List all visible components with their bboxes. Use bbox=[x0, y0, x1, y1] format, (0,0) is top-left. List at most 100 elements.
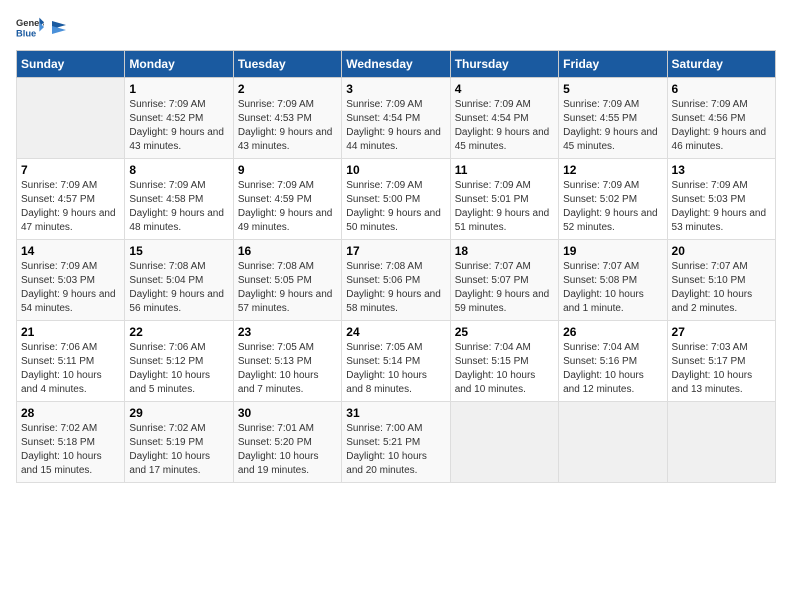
day-info: Sunrise: 7:09 AMSunset: 5:00 PMDaylight:… bbox=[346, 180, 441, 233]
day-number: 10 bbox=[346, 163, 445, 177]
day-number: 8 bbox=[129, 163, 228, 177]
day-number: 27 bbox=[672, 325, 771, 339]
day-number: 31 bbox=[346, 406, 445, 420]
calendar-cell: 7 Sunrise: 7:09 AMSunset: 4:57 PMDayligh… bbox=[17, 159, 125, 240]
day-number: 30 bbox=[238, 406, 337, 420]
weekday-header-saturday: Saturday bbox=[667, 51, 775, 78]
calendar-cell bbox=[559, 402, 667, 483]
day-number: 12 bbox=[563, 163, 662, 177]
calendar-cell: 20 Sunrise: 7:07 AMSunset: 5:10 PMDaylig… bbox=[667, 240, 775, 321]
logo-flag-icon bbox=[50, 19, 68, 35]
day-info: Sunrise: 7:08 AMSunset: 5:04 PMDaylight:… bbox=[129, 261, 224, 314]
weekday-header-monday: Monday bbox=[125, 51, 233, 78]
logo-icon: General Blue bbox=[16, 16, 44, 38]
logo: General Blue bbox=[16, 16, 68, 38]
calendar-cell: 27 Sunrise: 7:03 AMSunset: 5:17 PMDaylig… bbox=[667, 321, 775, 402]
calendar-cell bbox=[450, 402, 558, 483]
calendar-cell: 24 Sunrise: 7:05 AMSunset: 5:14 PMDaylig… bbox=[342, 321, 450, 402]
calendar-cell: 30 Sunrise: 7:01 AMSunset: 5:20 PMDaylig… bbox=[233, 402, 341, 483]
calendar-cell: 25 Sunrise: 7:04 AMSunset: 5:15 PMDaylig… bbox=[450, 321, 558, 402]
day-number: 25 bbox=[455, 325, 554, 339]
calendar-body: 1 Sunrise: 7:09 AMSunset: 4:52 PMDayligh… bbox=[17, 78, 776, 483]
day-number: 23 bbox=[238, 325, 337, 339]
calendar-cell: 14 Sunrise: 7:09 AMSunset: 5:03 PMDaylig… bbox=[17, 240, 125, 321]
header: General Blue bbox=[16, 16, 776, 38]
day-number: 5 bbox=[563, 82, 662, 96]
day-info: Sunrise: 7:09 AMSunset: 4:59 PMDaylight:… bbox=[238, 180, 333, 233]
day-info: Sunrise: 7:05 AMSunset: 5:13 PMDaylight:… bbox=[238, 342, 319, 395]
day-info: Sunrise: 7:08 AMSunset: 5:05 PMDaylight:… bbox=[238, 261, 333, 314]
day-info: Sunrise: 7:09 AMSunset: 4:53 PMDaylight:… bbox=[238, 99, 333, 152]
day-info: Sunrise: 7:07 AMSunset: 5:07 PMDaylight:… bbox=[455, 261, 550, 314]
day-number: 18 bbox=[455, 244, 554, 258]
day-number: 28 bbox=[21, 406, 120, 420]
day-info: Sunrise: 7:04 AMSunset: 5:15 PMDaylight:… bbox=[455, 342, 536, 395]
day-info: Sunrise: 7:01 AMSunset: 5:20 PMDaylight:… bbox=[238, 423, 319, 476]
svg-text:Blue: Blue bbox=[16, 28, 36, 38]
calendar-cell: 17 Sunrise: 7:08 AMSunset: 5:06 PMDaylig… bbox=[342, 240, 450, 321]
day-info: Sunrise: 7:09 AMSunset: 4:58 PMDaylight:… bbox=[129, 180, 224, 233]
day-info: Sunrise: 7:09 AMSunset: 5:03 PMDaylight:… bbox=[672, 180, 767, 233]
calendar-cell: 16 Sunrise: 7:08 AMSunset: 5:05 PMDaylig… bbox=[233, 240, 341, 321]
day-number: 2 bbox=[238, 82, 337, 96]
calendar-cell: 19 Sunrise: 7:07 AMSunset: 5:08 PMDaylig… bbox=[559, 240, 667, 321]
day-number: 14 bbox=[21, 244, 120, 258]
day-info: Sunrise: 7:02 AMSunset: 5:19 PMDaylight:… bbox=[129, 423, 210, 476]
calendar-week-3: 14 Sunrise: 7:09 AMSunset: 5:03 PMDaylig… bbox=[17, 240, 776, 321]
calendar-cell: 6 Sunrise: 7:09 AMSunset: 4:56 PMDayligh… bbox=[667, 78, 775, 159]
calendar-cell: 4 Sunrise: 7:09 AMSunset: 4:54 PMDayligh… bbox=[450, 78, 558, 159]
day-number: 29 bbox=[129, 406, 228, 420]
day-info: Sunrise: 7:09 AMSunset: 4:52 PMDaylight:… bbox=[129, 99, 224, 152]
day-number: 1 bbox=[129, 82, 228, 96]
calendar-week-1: 1 Sunrise: 7:09 AMSunset: 4:52 PMDayligh… bbox=[17, 78, 776, 159]
calendar-week-2: 7 Sunrise: 7:09 AMSunset: 4:57 PMDayligh… bbox=[17, 159, 776, 240]
calendar-cell: 18 Sunrise: 7:07 AMSunset: 5:07 PMDaylig… bbox=[450, 240, 558, 321]
day-number: 6 bbox=[672, 82, 771, 96]
calendar-cell: 26 Sunrise: 7:04 AMSunset: 5:16 PMDaylig… bbox=[559, 321, 667, 402]
day-number: 7 bbox=[21, 163, 120, 177]
day-info: Sunrise: 7:09 AMSunset: 4:56 PMDaylight:… bbox=[672, 99, 767, 152]
day-info: Sunrise: 7:09 AMSunset: 4:57 PMDaylight:… bbox=[21, 180, 116, 233]
calendar-cell: 1 Sunrise: 7:09 AMSunset: 4:52 PMDayligh… bbox=[125, 78, 233, 159]
calendar-cell: 11 Sunrise: 7:09 AMSunset: 5:01 PMDaylig… bbox=[450, 159, 558, 240]
day-number: 15 bbox=[129, 244, 228, 258]
day-info: Sunrise: 7:05 AMSunset: 5:14 PMDaylight:… bbox=[346, 342, 427, 395]
calendar-cell: 10 Sunrise: 7:09 AMSunset: 5:00 PMDaylig… bbox=[342, 159, 450, 240]
day-number: 17 bbox=[346, 244, 445, 258]
day-info: Sunrise: 7:03 AMSunset: 5:17 PMDaylight:… bbox=[672, 342, 753, 395]
calendar-cell: 13 Sunrise: 7:09 AMSunset: 5:03 PMDaylig… bbox=[667, 159, 775, 240]
day-info: Sunrise: 7:09 AMSunset: 5:03 PMDaylight:… bbox=[21, 261, 116, 314]
calendar-cell: 28 Sunrise: 7:02 AMSunset: 5:18 PMDaylig… bbox=[17, 402, 125, 483]
day-info: Sunrise: 7:09 AMSunset: 4:54 PMDaylight:… bbox=[455, 99, 550, 152]
calendar-week-4: 21 Sunrise: 7:06 AMSunset: 5:11 PMDaylig… bbox=[17, 321, 776, 402]
weekday-header-wednesday: Wednesday bbox=[342, 51, 450, 78]
calendar-table: SundayMondayTuesdayWednesdayThursdayFrid… bbox=[16, 50, 776, 483]
weekday-header-tuesday: Tuesday bbox=[233, 51, 341, 78]
calendar-cell: 3 Sunrise: 7:09 AMSunset: 4:54 PMDayligh… bbox=[342, 78, 450, 159]
calendar-cell: 2 Sunrise: 7:09 AMSunset: 4:53 PMDayligh… bbox=[233, 78, 341, 159]
day-number: 4 bbox=[455, 82, 554, 96]
day-info: Sunrise: 7:00 AMSunset: 5:21 PMDaylight:… bbox=[346, 423, 427, 476]
calendar-cell: 15 Sunrise: 7:08 AMSunset: 5:04 PMDaylig… bbox=[125, 240, 233, 321]
calendar-cell: 23 Sunrise: 7:05 AMSunset: 5:13 PMDaylig… bbox=[233, 321, 341, 402]
calendar-cell bbox=[667, 402, 775, 483]
day-number: 22 bbox=[129, 325, 228, 339]
day-info: Sunrise: 7:09 AMSunset: 5:02 PMDaylight:… bbox=[563, 180, 658, 233]
day-number: 13 bbox=[672, 163, 771, 177]
calendar-cell: 12 Sunrise: 7:09 AMSunset: 5:02 PMDaylig… bbox=[559, 159, 667, 240]
calendar-cell: 31 Sunrise: 7:00 AMSunset: 5:21 PMDaylig… bbox=[342, 402, 450, 483]
weekday-header-sunday: Sunday bbox=[17, 51, 125, 78]
day-info: Sunrise: 7:02 AMSunset: 5:18 PMDaylight:… bbox=[21, 423, 102, 476]
calendar-cell: 9 Sunrise: 7:09 AMSunset: 4:59 PMDayligh… bbox=[233, 159, 341, 240]
weekday-header-row: SundayMondayTuesdayWednesdayThursdayFrid… bbox=[17, 51, 776, 78]
calendar-cell: 22 Sunrise: 7:06 AMSunset: 5:12 PMDaylig… bbox=[125, 321, 233, 402]
day-number: 3 bbox=[346, 82, 445, 96]
calendar-cell: 29 Sunrise: 7:02 AMSunset: 5:19 PMDaylig… bbox=[125, 402, 233, 483]
calendar-cell: 8 Sunrise: 7:09 AMSunset: 4:58 PMDayligh… bbox=[125, 159, 233, 240]
day-number: 24 bbox=[346, 325, 445, 339]
day-info: Sunrise: 7:09 AMSunset: 4:54 PMDaylight:… bbox=[346, 99, 441, 152]
day-info: Sunrise: 7:08 AMSunset: 5:06 PMDaylight:… bbox=[346, 261, 441, 314]
day-number: 19 bbox=[563, 244, 662, 258]
day-info: Sunrise: 7:09 AMSunset: 5:01 PMDaylight:… bbox=[455, 180, 550, 233]
day-number: 21 bbox=[21, 325, 120, 339]
